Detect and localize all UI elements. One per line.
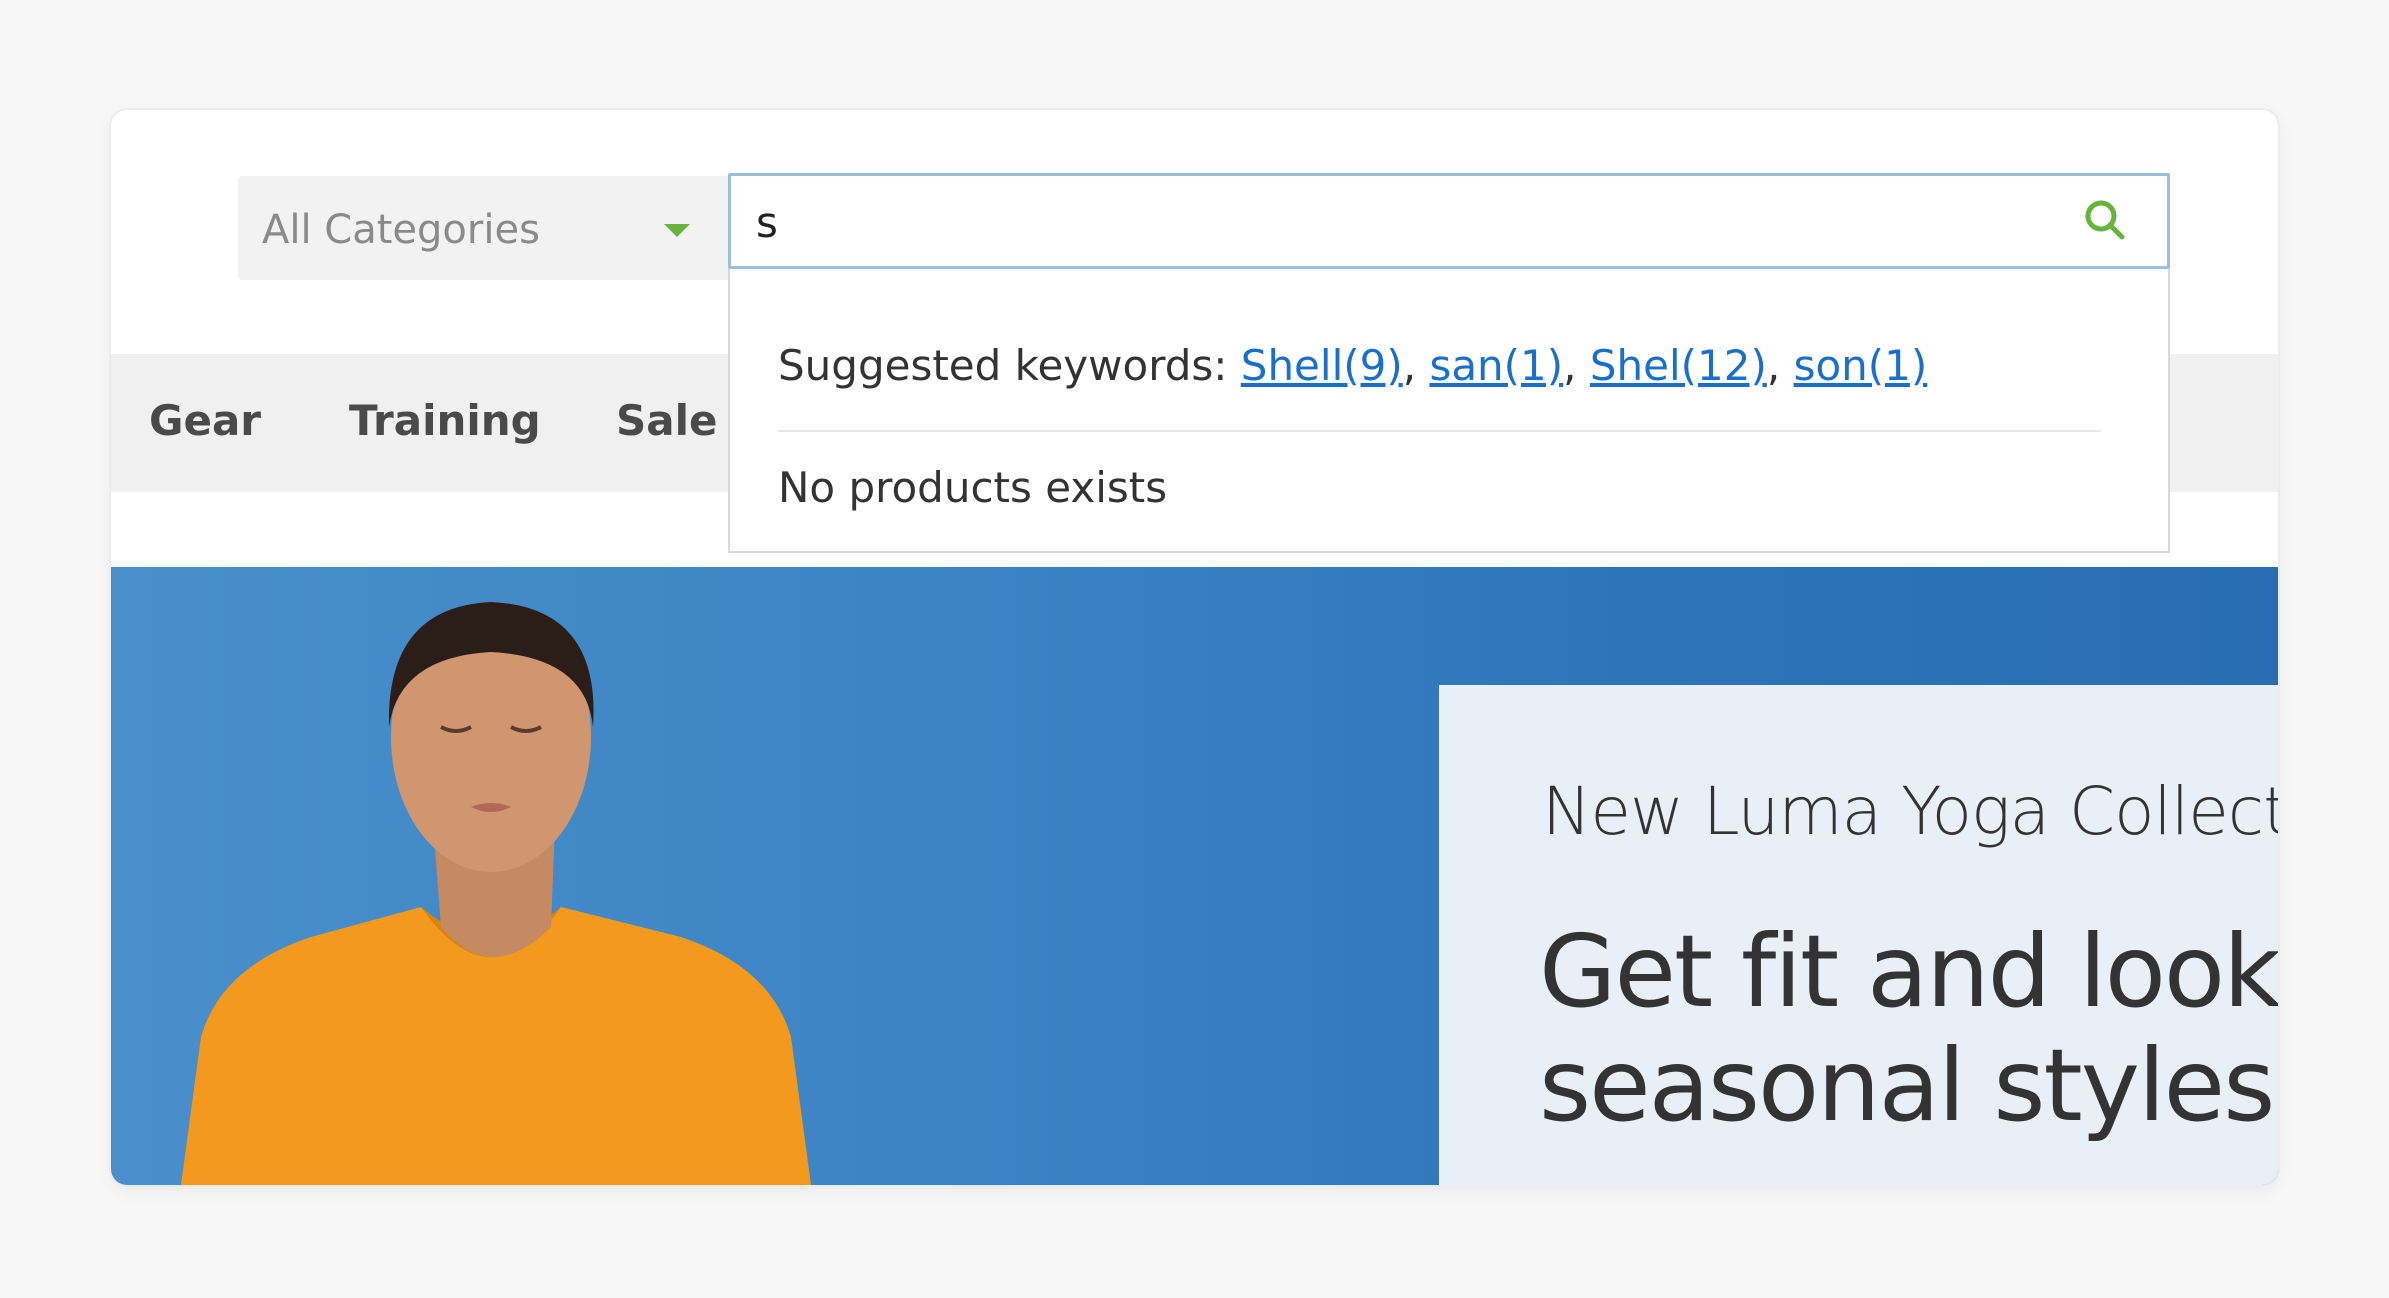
divider xyxy=(778,430,2101,432)
keyword-link-son[interactable]: son(1) xyxy=(1794,341,1928,390)
nav-item-sale[interactable]: Sale xyxy=(616,396,717,445)
category-select[interactable]: All Categories xyxy=(238,176,734,280)
search-input[interactable]: s xyxy=(728,173,2170,269)
category-select-label: All Categories xyxy=(262,207,540,253)
promo-title: Get fit and look fab in new seasonal sty… xyxy=(1539,915,2278,1143)
search-suggestions-dropdown: Suggested keywords: Shell(9), san(1), Sh… xyxy=(728,269,2170,553)
promo-title-line-2: seasonal styles xyxy=(1539,1027,2275,1144)
promo-panel: New Luma Yoga Collection Get fit and loo… xyxy=(1439,685,2278,1185)
hero-banner: New Luma Yoga Collection Get fit and loo… xyxy=(111,567,2278,1185)
keyword-separator: , xyxy=(1563,341,1590,390)
keyword-separator: , xyxy=(1766,341,1794,390)
no-products-message: No products exists xyxy=(778,463,1168,512)
keyword-separator: , xyxy=(1402,341,1430,390)
hero-model-image xyxy=(181,602,811,1185)
chevron-down-icon xyxy=(664,224,690,237)
keyword-link-shell[interactable]: Shell(9) xyxy=(1241,341,1403,390)
keyword-link-san[interactable]: san(1) xyxy=(1429,341,1563,390)
search-icon[interactable] xyxy=(2083,198,2127,242)
keyword-link-shel[interactable]: Shel(12) xyxy=(1590,341,1767,390)
suggested-keywords: Suggested keywords: Shell(9), san(1), Sh… xyxy=(778,341,1927,390)
suggested-keywords-label: Suggested keywords: xyxy=(778,341,1241,390)
promo-subtitle: New Luma Yoga Collection xyxy=(1542,773,2278,850)
search-query: s xyxy=(756,198,778,247)
store-page: All Categories s Gear Training Sale New … xyxy=(111,110,2278,1185)
nav-item-training[interactable]: Training xyxy=(349,396,541,445)
nav-item-gear[interactable]: Gear xyxy=(149,396,261,445)
promo-title-line-1: Get fit and look fab in new xyxy=(1539,913,2278,1030)
